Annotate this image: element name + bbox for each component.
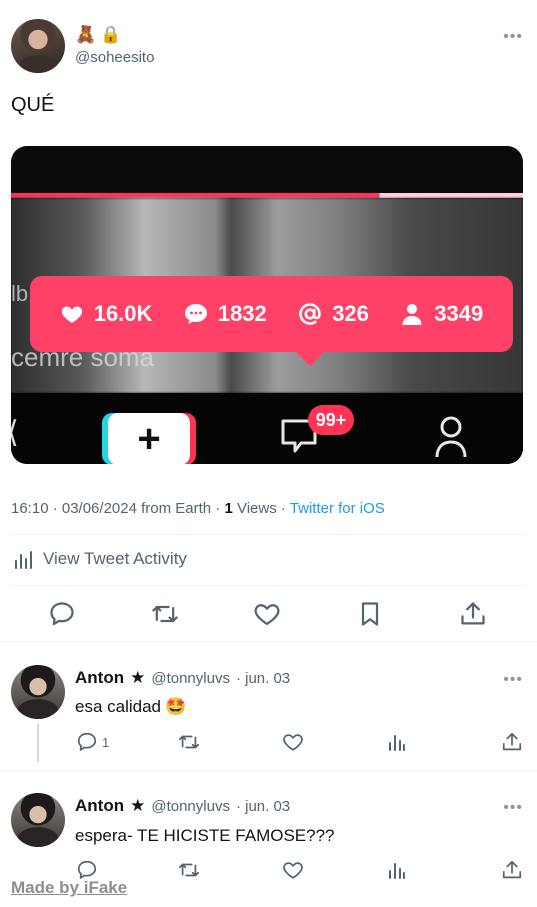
- lock-emoji: 🔒: [100, 25, 122, 44]
- reply-header: Anton ★ @tonnyluvs · jun. 03: [75, 668, 290, 688]
- retweet-button[interactable]: [151, 600, 179, 628]
- tweet-action-bar: [0, 596, 537, 632]
- partial-edge-icon: ⟨: [11, 415, 21, 455]
- reply-header: Anton ★ @tonnyluvs · jun. 03: [75, 796, 290, 816]
- divider: [11, 534, 524, 535]
- create-plus-icon: +: [108, 413, 190, 464]
- notification-badge: 99+: [308, 405, 354, 435]
- tweet-meta-line: 16:10 · 03/06/2024 from Earth · 1 Views …: [11, 500, 385, 517]
- like-button[interactable]: [253, 600, 281, 628]
- watermark-text: Made by iFake: [11, 878, 128, 897]
- reply-avatar[interactable]: [11, 793, 65, 847]
- reply-share-button[interactable]: [501, 859, 523, 881]
- followers-count: 3349: [434, 301, 484, 326]
- share-icon: [461, 602, 485, 625]
- reply-retweet-button[interactable]: [178, 859, 200, 881]
- reply-date[interactable]: · jun. 03: [236, 798, 290, 815]
- at-sign-icon: [299, 303, 321, 325]
- reply-count: 1: [102, 734, 110, 750]
- app-bottom-bar: ⟨ + 99+: [11, 393, 523, 464]
- share-icon: [502, 860, 522, 879]
- reply-date[interactable]: · jun. 03: [236, 670, 290, 687]
- view-tweet-activity-label: View Tweet Activity: [43, 549, 187, 568]
- reply-author-name[interactable]: Anton: [75, 668, 124, 688]
- tweet-source-link[interactable]: Twitter for iOS: [290, 500, 385, 517]
- heart-outline-icon: [283, 734, 303, 751]
- views-label: Views ·: [232, 500, 290, 517]
- media-overlay-text-edge: lb: [11, 281, 29, 306]
- reply-more-icon[interactable]: •••: [503, 671, 523, 689]
- share-icon: [502, 732, 522, 751]
- tweet-timestamp[interactable]: 16:10 · 03/06/2024 from Earth ·: [11, 500, 224, 517]
- bookmark-button[interactable]: [356, 600, 384, 628]
- reply-text: esa calidad 🤩: [75, 697, 186, 717]
- reply-like-button[interactable]: [282, 859, 304, 881]
- divider: [11, 585, 524, 586]
- retweet-icon: [178, 735, 200, 749]
- bookmark-icon: [361, 602, 379, 626]
- reply-avatar[interactable]: [11, 665, 65, 719]
- tweet-text: QUÉ: [11, 94, 55, 116]
- reply-text: espera- TE HICISTE FAMOSE???: [75, 826, 335, 846]
- tweet-media-image[interactable]: lb cemre soma 16.0K 1832 326 3349 ⟨ + 99…: [11, 146, 523, 464]
- reply-like-button[interactable]: [282, 731, 304, 753]
- comments-count: 1832: [217, 301, 267, 326]
- heart-outline-icon: [283, 862, 303, 879]
- section-divider: [0, 641, 537, 642]
- reply-author-handle[interactable]: @tonnyluvs: [151, 670, 230, 687]
- analytics-icon: [389, 863, 405, 879]
- reply-author-star: ★: [130, 668, 146, 687]
- reply-analytics-button[interactable]: [386, 859, 408, 881]
- likes-count: 16.0K: [93, 301, 153, 326]
- more-options-icon[interactable]: •••: [503, 28, 523, 46]
- reply-retweet-button[interactable]: [178, 731, 200, 753]
- heart-outline-icon: [254, 604, 280, 626]
- author-display-name[interactable]: 🧸 🔒: [75, 24, 121, 46]
- comments-stat: 1832: [184, 301, 267, 327]
- reply-more-icon[interactable]: •••: [503, 799, 523, 817]
- reply-text-body: espera- TE HICISTE FAMOSE???: [75, 826, 335, 845]
- profile-person-icon: [435, 416, 467, 458]
- reply-share-button[interactable]: [501, 731, 523, 753]
- analytics-icon: [389, 735, 405, 751]
- share-button[interactable]: [459, 600, 487, 628]
- teddy-bear-emoji: 🧸: [75, 25, 97, 44]
- mentions-count: 326: [332, 301, 369, 326]
- star-struck-emoji: 🤩: [165, 697, 187, 716]
- chat-bubble-icon: [184, 304, 207, 324]
- reply-bubble-icon: [77, 732, 97, 751]
- reply-author-name[interactable]: Anton: [75, 796, 124, 816]
- reply-bubble-icon: [50, 602, 74, 626]
- author-handle[interactable]: @soheesito: [75, 49, 154, 66]
- author-avatar[interactable]: [11, 19, 65, 73]
- reply-reply-button[interactable]: 1: [76, 731, 109, 753]
- reply-author-handle[interactable]: @tonnyluvs: [151, 798, 230, 815]
- heart-icon: [61, 306, 82, 323]
- mentions-stat: 326: [298, 301, 369, 327]
- view-tweet-activity-link[interactable]: View Tweet Activity: [13, 548, 187, 570]
- likes-stat: 16.0K: [60, 301, 153, 327]
- person-icon: [402, 304, 422, 325]
- views-count: 1: [224, 500, 233, 517]
- reply-analytics-button[interactable]: [386, 731, 408, 753]
- retweet-icon: [178, 863, 200, 877]
- section-divider: [0, 771, 537, 772]
- reply-text-body: esa calidad: [75, 697, 162, 716]
- reply-author-star: ★: [130, 796, 146, 815]
- stats-banner: 16.0K 1832 326 3349: [30, 276, 513, 352]
- followers-stat: 3349: [400, 301, 483, 327]
- retweet-icon: [152, 605, 178, 623]
- reply-action-bar: 1: [0, 731, 537, 755]
- analytics-icon: [15, 551, 32, 569]
- reply-button[interactable]: [48, 600, 76, 628]
